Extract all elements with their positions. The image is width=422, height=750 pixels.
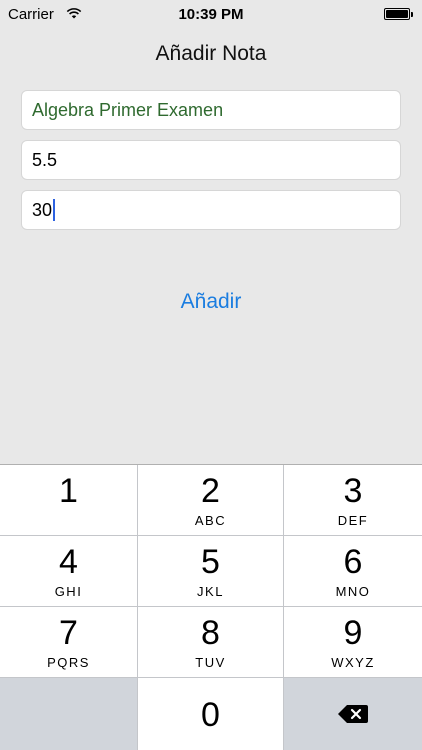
- battery-icon: [384, 8, 413, 20]
- key-3[interactable]: 3 DEF: [284, 465, 422, 536]
- note-grade-field[interactable]: 5.5: [21, 140, 401, 180]
- note-name-value: Algebra Primer Examen: [32, 99, 224, 120]
- key-digit: 5: [201, 542, 220, 581]
- key-0[interactable]: 0: [138, 678, 284, 750]
- key-digit: 2: [201, 471, 220, 510]
- note-grade-value: 5.5: [32, 149, 58, 170]
- key-digit: 7: [59, 613, 78, 652]
- backspace-icon: [338, 705, 368, 723]
- add-button[interactable]: Añadir: [0, 290, 422, 314]
- key-letters: DEF: [337, 512, 369, 528]
- status-time: 10:39 PM: [178, 6, 244, 23]
- status-bar: Carrier 10:39 PM: [0, 0, 422, 30]
- add-note-screen: Carrier 10:39 PM Añadir Nota Algebra Pri…: [0, 0, 422, 750]
- key-digit: 6: [343, 542, 363, 581]
- key-digit: 8: [201, 613, 220, 652]
- key-2[interactable]: 2 ABC: [138, 465, 284, 536]
- key-letters: WXYZ: [331, 654, 375, 670]
- key-digit: 0: [201, 696, 220, 734]
- key-5[interactable]: 5 JKL: [138, 536, 284, 607]
- key-digit: 3: [343, 471, 363, 510]
- key-digit: 4: [59, 542, 78, 581]
- key-digit: 9: [343, 613, 363, 652]
- key-1[interactable]: 1: [0, 465, 138, 536]
- note-name-field[interactable]: Algebra Primer Examen: [21, 90, 401, 130]
- note-percent-value: 30: [32, 199, 53, 220]
- key-letters: TUV: [195, 654, 226, 670]
- key-9[interactable]: 9 WXYZ: [284, 607, 422, 678]
- key-letters: ABC: [194, 512, 227, 528]
- key-letters: MNO: [335, 583, 371, 599]
- key-letters: PQRS: [47, 654, 90, 670]
- key-8[interactable]: 8 TUV: [138, 607, 284, 678]
- key-letters: GHI: [54, 583, 83, 599]
- key-blank: [0, 678, 138, 750]
- page-title: Añadir Nota: [155, 42, 267, 65]
- key-4[interactable]: 4 GHI: [0, 536, 138, 607]
- key-6[interactable]: 6 MNO: [284, 536, 422, 607]
- key-7[interactable]: 7 PQRS: [0, 607, 138, 678]
- key-digit: 1: [59, 471, 78, 510]
- backspace-key[interactable]: [284, 678, 422, 750]
- numeric-keypad: 1 2 ABC 3 DEF 4 GHI 5 JKL 6 MNO 7 PQRS 8: [0, 464, 422, 750]
- key-letters: JKL: [197, 583, 224, 599]
- note-percent-field[interactable]: 30: [21, 190, 401, 230]
- text-cursor: [53, 199, 56, 221]
